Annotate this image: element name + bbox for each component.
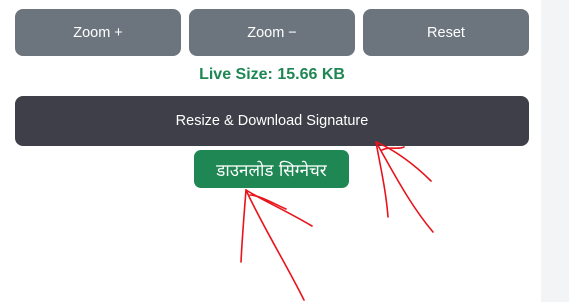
download-signature-hindi-button[interactable]: डाउनलोड सिग्नेचर [194,150,349,188]
page-background-strip [541,0,569,302]
reset-button[interactable]: Reset [363,9,529,56]
zoom-in-button[interactable]: Zoom + [15,9,181,56]
resize-download-signature-button[interactable]: Resize & Download Signature [15,96,529,146]
signature-tool-panel: Zoom + Zoom − Reset Live Size: 15.66 KB … [0,0,541,302]
live-size-indicator: Live Size: 15.66 KB [199,66,345,83]
zoom-out-button[interactable]: Zoom − [189,9,355,56]
